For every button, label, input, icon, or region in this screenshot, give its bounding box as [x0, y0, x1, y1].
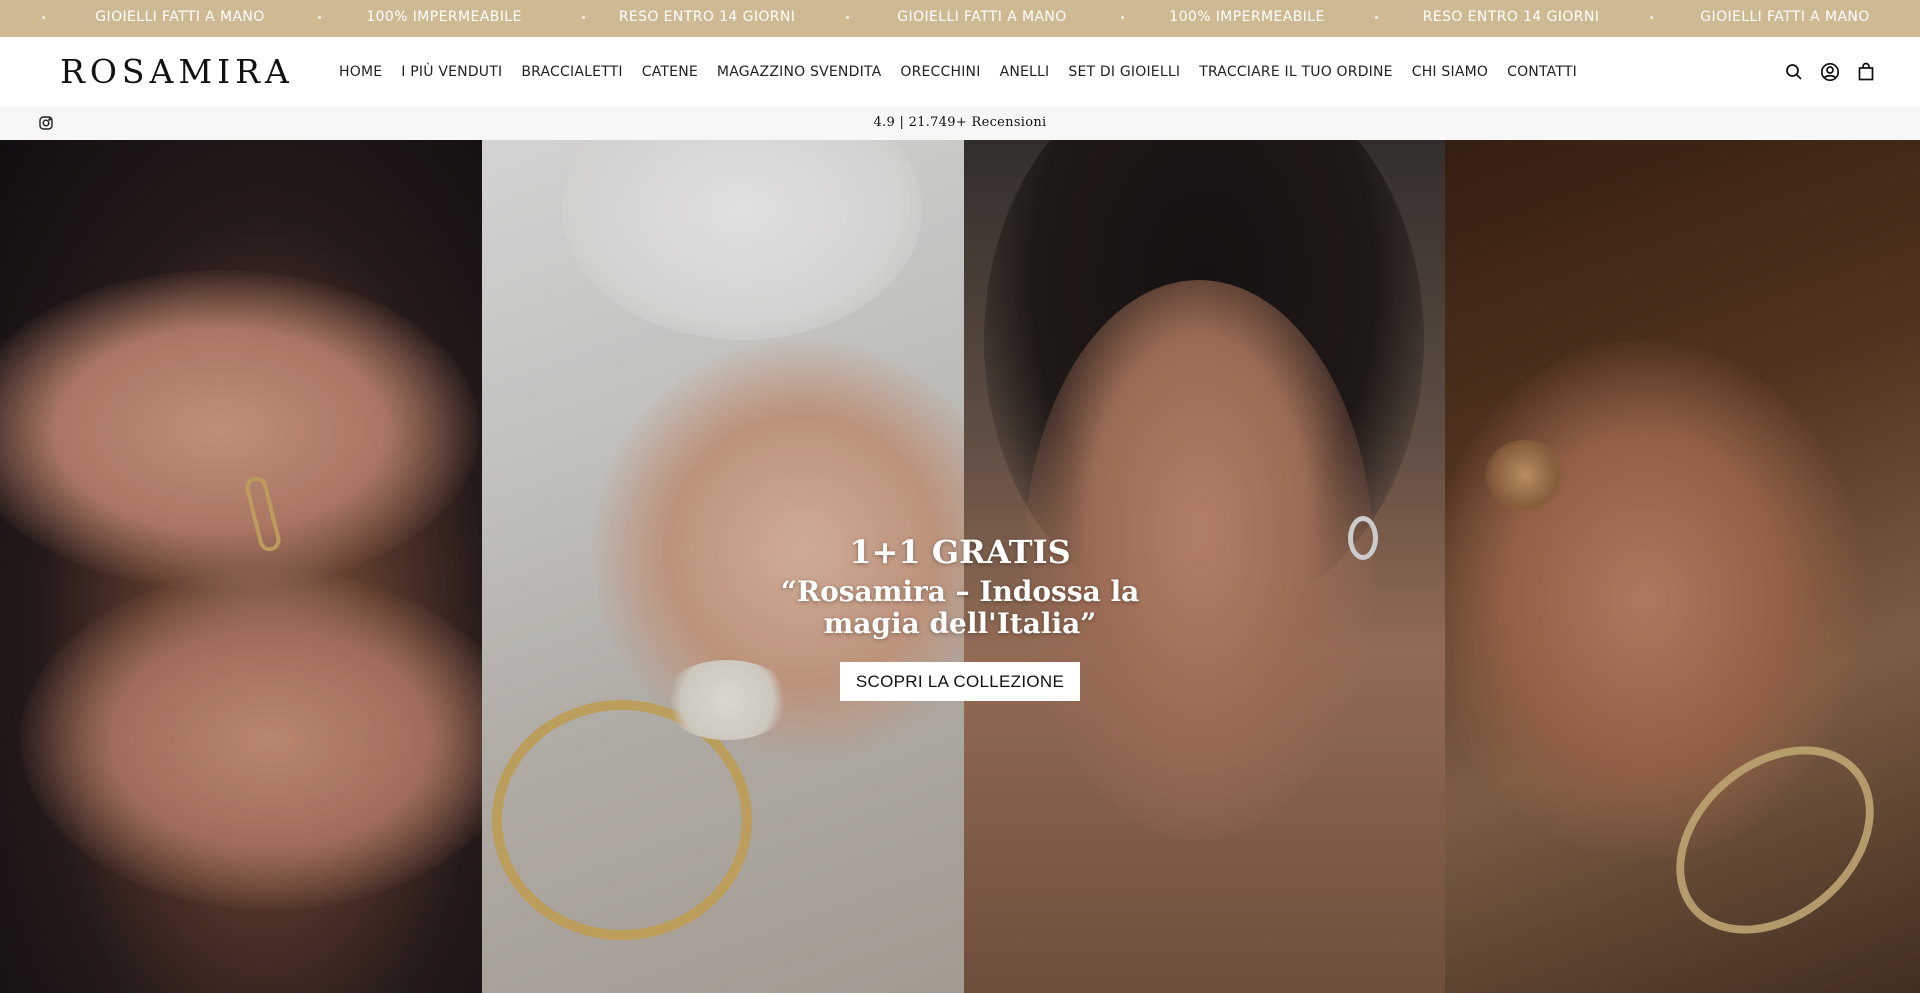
- nav-item-bracelets[interactable]: Braccialetti: [521, 64, 622, 80]
- separator-dot: [1121, 16, 1124, 19]
- nav-item-best-sellers[interactable]: I più venduti: [401, 64, 502, 80]
- announcement-item: 100% impermeabile: [1169, 9, 1325, 25]
- announcement-item: Reso entro 14 giorni: [618, 9, 796, 25]
- nav-item-earrings[interactable]: Orecchini: [900, 64, 980, 80]
- main-nav: Home I più venduti Braccialetti Catene M…: [339, 37, 1577, 106]
- hero-content: 1+1 GRATIS “Rosamira – Indossa la magia …: [760, 532, 1160, 701]
- site-header: ROSAMIRA Home I più venduti Braccialetti…: [0, 37, 1920, 106]
- hero-banner[interactable]: 1+1 GRATIS “Rosamira – Indossa la magia …: [0, 140, 1920, 993]
- nav-item-home[interactable]: Home: [339, 64, 382, 80]
- review-rating: 4.9 | 21.749+ Recensioni: [873, 115, 1047, 130]
- site-logo[interactable]: ROSAMIRA: [60, 51, 294, 93]
- announcement-item: Gioielli fatti a mano: [95, 9, 265, 25]
- separator-dot: [846, 16, 849, 19]
- nav-item-contact[interactable]: Contatti: [1507, 64, 1577, 80]
- announcement-bar: Gioielli fatti a mano 100% impermeabile …: [0, 0, 1920, 37]
- announcement-item: Gioielli fatti a mano: [1700, 9, 1870, 25]
- separator-dot: [42, 16, 45, 19]
- search-icon[interactable]: [1783, 61, 1805, 83]
- hero-subtitle: “Rosamira – Indossa la magia dell'Italia…: [780, 575, 1140, 640]
- separator-dot: [582, 16, 585, 19]
- hero-title: 1+1 GRATIS: [849, 533, 1071, 571]
- account-icon[interactable]: [1819, 61, 1841, 83]
- nav-item-rings[interactable]: Anelli: [1000, 64, 1050, 80]
- nav-item-track-order[interactable]: Tracciare il tuo ordine: [1199, 64, 1393, 80]
- announcement-item: Gioielli fatti a mano: [897, 9, 1067, 25]
- header-actions: [1769, 61, 1877, 83]
- nav-item-clearance[interactable]: Magazzino svendita: [717, 64, 881, 80]
- review-bar: 4.9 | 21.749+ Recensioni: [0, 106, 1920, 140]
- nav-item-jewelry-sets[interactable]: Set di gioielli: [1068, 64, 1180, 80]
- nav-item-chains[interactable]: Catene: [642, 64, 698, 80]
- cart-icon[interactable]: [1855, 61, 1877, 83]
- nav-item-about[interactable]: Chi siamo: [1412, 64, 1488, 80]
- separator-dot: [318, 16, 321, 19]
- separator-dot: [1375, 16, 1378, 19]
- announcement-item: Reso entro 14 giorni: [1422, 9, 1600, 25]
- separator-dot: [1650, 16, 1653, 19]
- discover-collection-button[interactable]: SCOPRI LA COLLEZIONE: [839, 662, 1081, 701]
- announcement-item: 100% impermeabile: [366, 9, 522, 25]
- announcement-track: Gioielli fatti a mano 100% impermeabile …: [0, 0, 1920, 37]
